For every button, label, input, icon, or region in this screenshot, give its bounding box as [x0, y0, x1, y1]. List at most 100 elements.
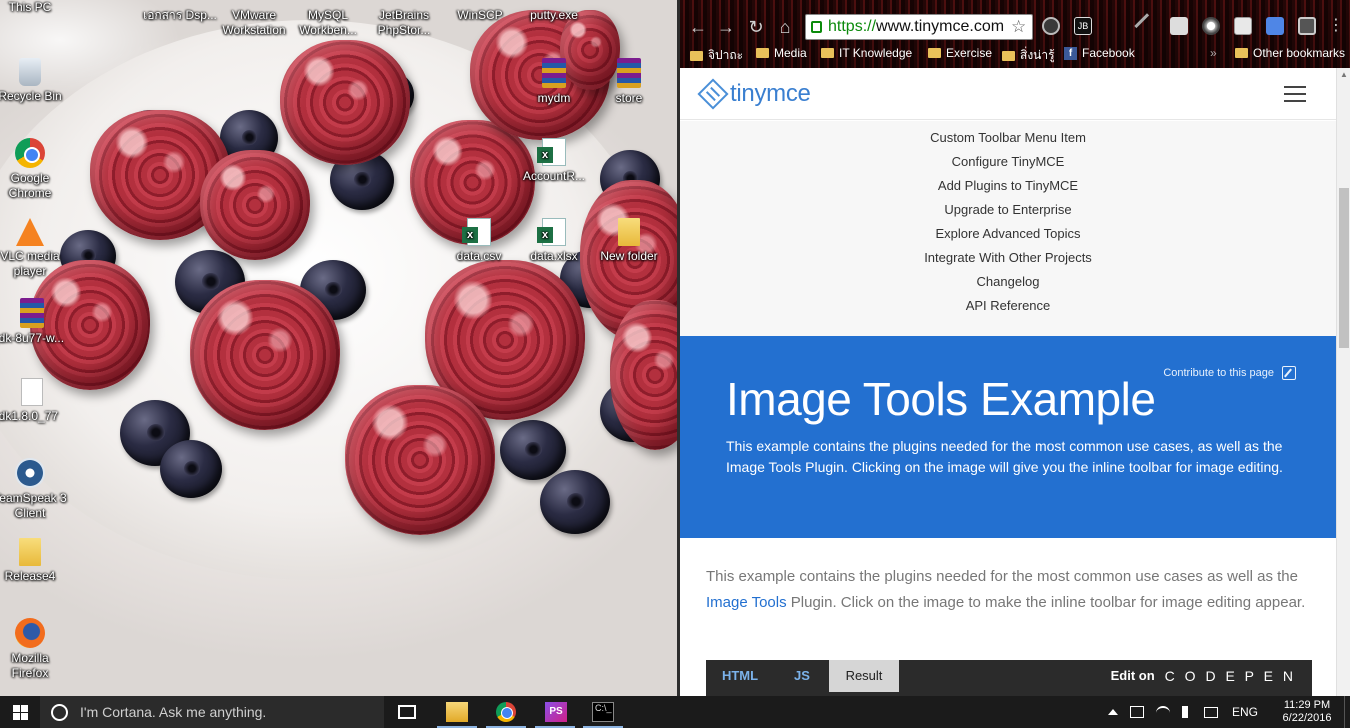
hamburger-menu-icon[interactable]	[1284, 86, 1306, 102]
desktop-icon-vlc[interactable]: VLC media player	[0, 218, 68, 279]
extension-icon[interactable]	[1234, 17, 1252, 35]
desktop-icon-teamspeak[interactable]: TeamSpeak 3 Client	[0, 458, 68, 521]
desktop-wallpaper: This PC Recycle Bin Google Chrome VLC me…	[0, 0, 677, 696]
address-bar[interactable]: https://www.tinymce.com	[805, 14, 1033, 40]
jetbrains-extension-icon[interactable]: JB	[1074, 17, 1092, 35]
image-tools-link[interactable]: Image Tools	[706, 594, 787, 611]
scroll-up-arrow-icon[interactable]: ▲	[1340, 70, 1348, 79]
desktop-icon-putty[interactable]: putty.exe	[516, 8, 592, 23]
desktop-icon-release4[interactable]: Release4	[0, 538, 68, 584]
phpstorm-taskbar-icon[interactable]: PS	[545, 702, 567, 722]
extension-icon[interactable]	[1170, 17, 1188, 35]
desktop-icon-accountr[interactable]: AccountR...	[516, 138, 592, 184]
desktop-icon-data-xlsx[interactable]: data.xlsx	[516, 218, 592, 264]
folder-icon	[756, 48, 769, 58]
facebook-icon: f	[1064, 46, 1077, 60]
menu-item-api-reference[interactable]: API Reference	[680, 294, 1336, 318]
forward-button[interactable]: →	[716, 17, 736, 37]
winrar-icon	[617, 58, 641, 88]
bookmark-star-icon[interactable]: ☆	[1011, 17, 1026, 37]
desktop-icon-firefox[interactable]: Mozilla Firefox	[0, 618, 68, 681]
lock-icon	[811, 21, 822, 33]
bookmark-folder[interactable]: IT Knowledge	[821, 46, 912, 60]
chrome-taskbar-icon[interactable]	[496, 702, 516, 722]
gear-extension-icon[interactable]	[1202, 17, 1220, 35]
battery-icon[interactable]	[1129, 706, 1144, 718]
desktop-icon-chrome[interactable]: Google Chrome	[0, 138, 68, 201]
translate-extension-icon[interactable]	[1266, 17, 1284, 35]
clock[interactable]: 11:29 PM 6/22/2016	[1270, 699, 1344, 725]
start-button[interactable]	[0, 696, 40, 728]
bookmark-facebook[interactable]: f Facebook	[1064, 46, 1135, 60]
contribute-link[interactable]: Contribute to this page	[1163, 366, 1296, 380]
back-button[interactable]: ←	[688, 17, 708, 37]
menu-item-advanced[interactable]: Explore Advanced Topics	[680, 222, 1336, 246]
desktop-icon-recycle-bin[interactable]: Recycle Bin	[0, 58, 68, 104]
page-scrollbar[interactable]: ▲	[1336, 68, 1350, 696]
tinymce-logo[interactable]: tinymce	[697, 78, 811, 110]
scrollbar-thumb[interactable]	[1339, 188, 1349, 348]
extension-icon[interactable]	[1042, 17, 1060, 35]
menu-item-upgrade[interactable]: Upgrade to Enterprise	[680, 198, 1336, 222]
web-page: tinymce Custom Toolbar Menu Item Configu…	[680, 68, 1336, 696]
cortana-search-box[interactable]: I'm Cortana. Ask me anything.	[40, 696, 384, 728]
menu-item-changelog[interactable]: Changelog	[680, 270, 1336, 294]
edit-on-codepen-link[interactable]: Edit on C O D E P E N	[1111, 660, 1296, 692]
teamspeak-icon	[15, 458, 45, 488]
pen-extension-icon[interactable]	[1134, 13, 1160, 39]
desktop-icon-label: Release4	[4, 569, 56, 583]
desktop-icon-data-csv[interactable]: data.csv	[441, 218, 517, 264]
clock-time: 11:29 PM	[1283, 699, 1331, 711]
vlc-icon	[16, 218, 44, 246]
desktop-icon-label: VMware Workstation	[222, 8, 286, 37]
menu-item-integrate[interactable]: Integrate With Other Projects	[680, 246, 1336, 270]
bookmarks-overflow-button[interactable]: »	[1210, 46, 1217, 60]
desktop-icon-mydm[interactable]: mydm	[516, 58, 592, 106]
file-explorer-icon[interactable]	[446, 702, 468, 722]
tab-js[interactable]: JS	[782, 660, 822, 692]
home-button[interactable]: ⌂	[775, 17, 795, 37]
desktop-icon-label: store	[615, 91, 643, 105]
camera-extension-icon[interactable]	[1298, 17, 1316, 35]
firefox-icon	[15, 618, 45, 648]
desktop-icon-this-pc[interactable]: This PC	[0, 0, 68, 15]
desktop-icon-vmware[interactable]: VMware Workstation	[216, 8, 292, 38]
input-language-indicator[interactable]: ENG	[1232, 705, 1258, 719]
tab-result[interactable]: Result	[829, 660, 899, 692]
menu-item-add-plugins[interactable]: Add Plugins to TinyMCE	[680, 174, 1336, 198]
volume-icon[interactable]	[1181, 706, 1192, 718]
desktop-icon-store[interactable]: store	[591, 58, 667, 106]
wallpaper-raspberry	[345, 385, 495, 535]
bookmark-folder[interactable]: Media	[756, 46, 807, 60]
desktop-icon-mysql[interactable]: MySQL Workben...	[290, 8, 366, 38]
desktop-icon-new-folder[interactable]: New folder	[591, 218, 667, 264]
chrome-icon	[15, 138, 45, 168]
wifi-icon[interactable]	[1155, 706, 1170, 718]
command-prompt-taskbar-icon[interactable]: C:\_	[592, 702, 614, 722]
bookmark-label: Exercise	[946, 46, 993, 60]
action-center-icon[interactable]	[1203, 706, 1218, 718]
desktop-icon-jdk-folder[interactable]: jdk1.8.0_77	[0, 378, 68, 424]
desktop-icon-label: VLC media player	[0, 249, 60, 278]
chevron-up-icon[interactable]	[1107, 709, 1118, 715]
logo-text: tinymce	[730, 80, 811, 107]
desktop-icon-phpstorm[interactable]: JetBrains PhpStor...	[366, 8, 442, 38]
bookmark-folder[interactable]: จิปาถะ	[690, 46, 743, 65]
menu-item-configure[interactable]: Configure TinyMCE	[680, 150, 1336, 174]
bookmark-folder[interactable]: สิ่งน่ารู้	[1002, 46, 1055, 65]
chrome-menu-icon[interactable]: ⋮	[1328, 17, 1346, 35]
tab-html[interactable]: HTML	[706, 660, 774, 692]
bookmark-folder[interactable]: Exercise	[928, 46, 992, 60]
desktop-icon-winscp[interactable]: WinSCP	[442, 8, 518, 23]
other-bookmarks-folder[interactable]: Other bookmarks	[1235, 46, 1345, 60]
excel-icon	[462, 218, 491, 246]
desktop-icon-jdk-installer[interactable]: jdk-8u77-w...	[0, 298, 68, 346]
desktop-icon-label: Recycle Bin	[0, 89, 62, 103]
show-desktop-button[interactable]	[1344, 696, 1350, 728]
reload-button[interactable]: ↻	[746, 17, 766, 37]
desktop-icon-thai-doc[interactable]: เอกสาร Dsp...	[142, 8, 218, 23]
task-view-icon[interactable]	[398, 705, 416, 719]
menu-item-custom-toolbar[interactable]: Custom Toolbar Menu Item	[680, 126, 1336, 150]
desktop-icon-label: AccountR...	[522, 169, 586, 183]
folder-icon	[618, 218, 640, 246]
